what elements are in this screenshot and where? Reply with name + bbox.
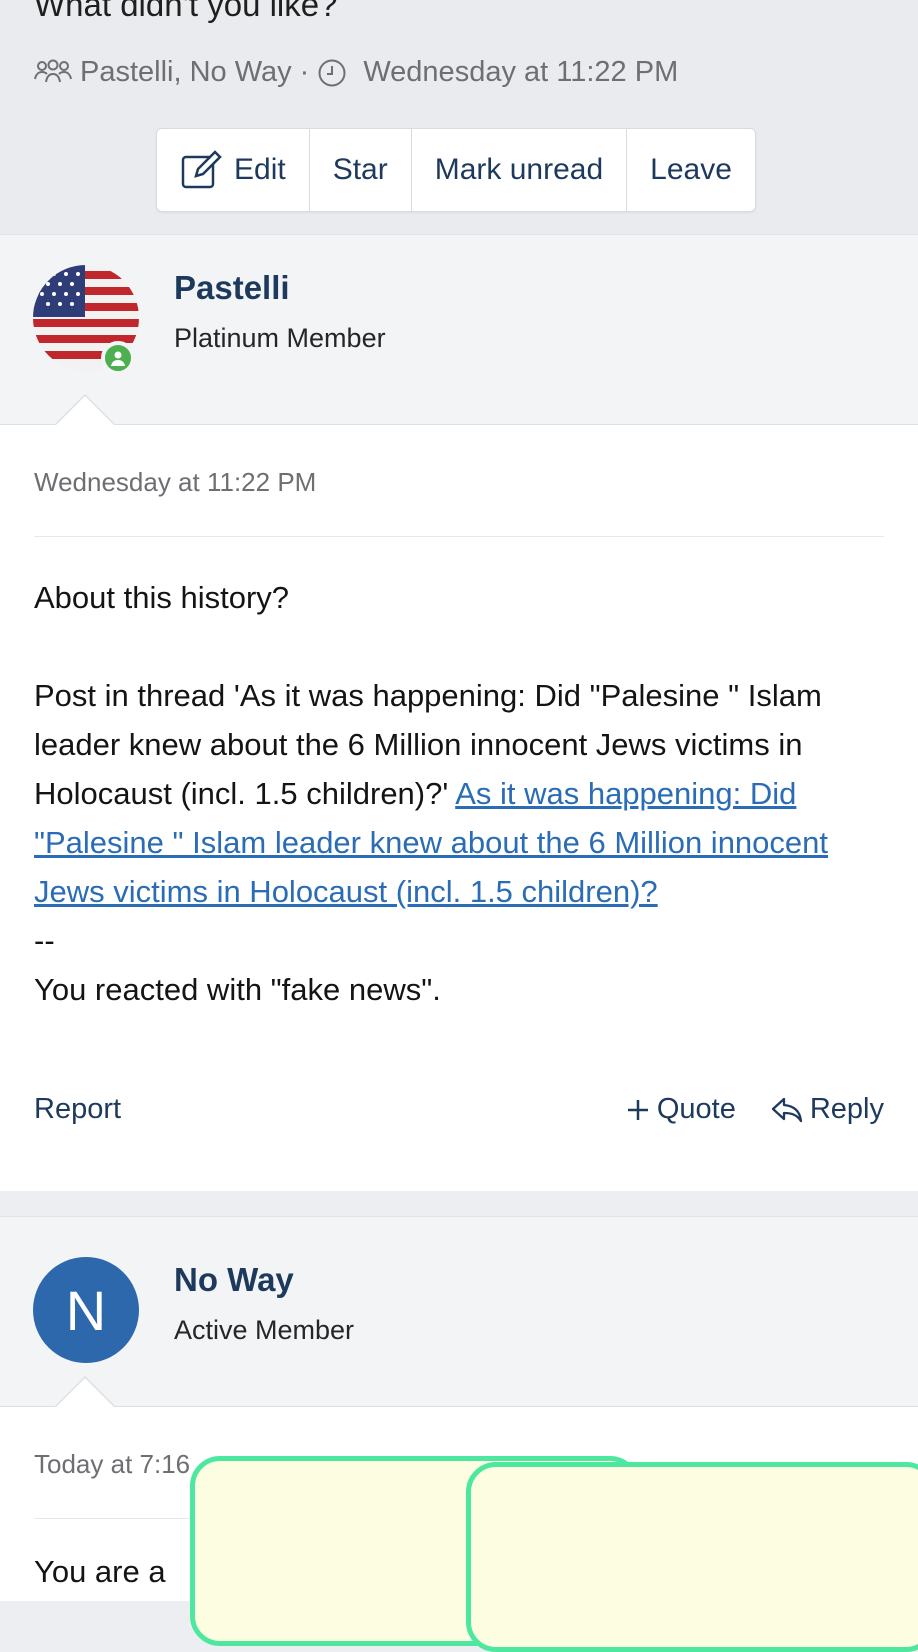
plus-icon (627, 1099, 648, 1120)
edit-icon (181, 150, 222, 189)
leave-button[interactable]: Leave (627, 129, 755, 211)
edit-button[interactable]: Edit (157, 129, 310, 211)
conversation-header: What didn't you like? Pastelli, No Way ·… (0, 0, 918, 234)
message-user-bar: N No Way Active Member (0, 1216, 918, 1407)
username[interactable]: Pastelli (174, 269, 290, 307)
message-user-bar: Pastelli Platinum Member (0, 234, 918, 425)
message-actions: Quote Reply (591, 1093, 884, 1126)
mark-unread-button[interactable]: Mark unread (412, 129, 628, 211)
user-title: Platinum Member (174, 323, 386, 353)
reply-icon (771, 1097, 802, 1122)
meta-separator: · (299, 56, 310, 88)
message-date[interactable]: Wednesday at 11:22 PM (34, 467, 316, 498)
conversation-date: Wednesday at 11:22 PM (363, 56, 679, 88)
clock-icon (318, 59, 346, 86)
conversation-meta: Pastelli, No Way · Wednesday at 11:22 PM (34, 56, 678, 89)
online-status-icon (101, 341, 135, 375)
avatar-letter: N (65, 1278, 107, 1342)
star-button-label: Star (332, 153, 388, 186)
redaction-overlay (466, 1462, 918, 1652)
conversation-title: What didn't you like? (34, 0, 338, 23)
divider (34, 536, 884, 537)
star-button[interactable]: Star (310, 129, 412, 211)
message-line: About this history? (34, 580, 290, 615)
message-body: About this history? Post in thread 'As i… (34, 573, 894, 1014)
conversation-toolbar: Edit Star Mark unread Leave (156, 128, 756, 212)
participants-icon (34, 59, 72, 82)
participants-text[interactable]: Pastelli, No Way (80, 56, 292, 89)
reaction-note: You reacted with "fake news". (34, 972, 441, 1007)
mark-unread-button-label: Mark unread (434, 153, 604, 186)
username[interactable]: No Way (174, 1261, 294, 1299)
reply-button[interactable]: Reply (770, 1093, 884, 1126)
quote-button[interactable]: Quote (625, 1093, 736, 1126)
leave-button-label: Leave (650, 153, 732, 186)
reply-label: Reply (809, 1093, 884, 1125)
edit-button-label: Edit (234, 153, 286, 186)
message-card: Wednesday at 11:22 PM About this history… (0, 394, 918, 1191)
user-title: Active Member (174, 1315, 355, 1345)
message-dashes: -- (34, 923, 55, 958)
message-paragraph: Post in thread 'As it was happening: Did… (34, 671, 894, 916)
quote-label: Quote (656, 1093, 736, 1125)
message-date[interactable]: Today at 7:16 (34, 1449, 190, 1480)
avatar[interactable]: N (33, 1257, 139, 1363)
report-link[interactable]: Report (34, 1093, 121, 1126)
